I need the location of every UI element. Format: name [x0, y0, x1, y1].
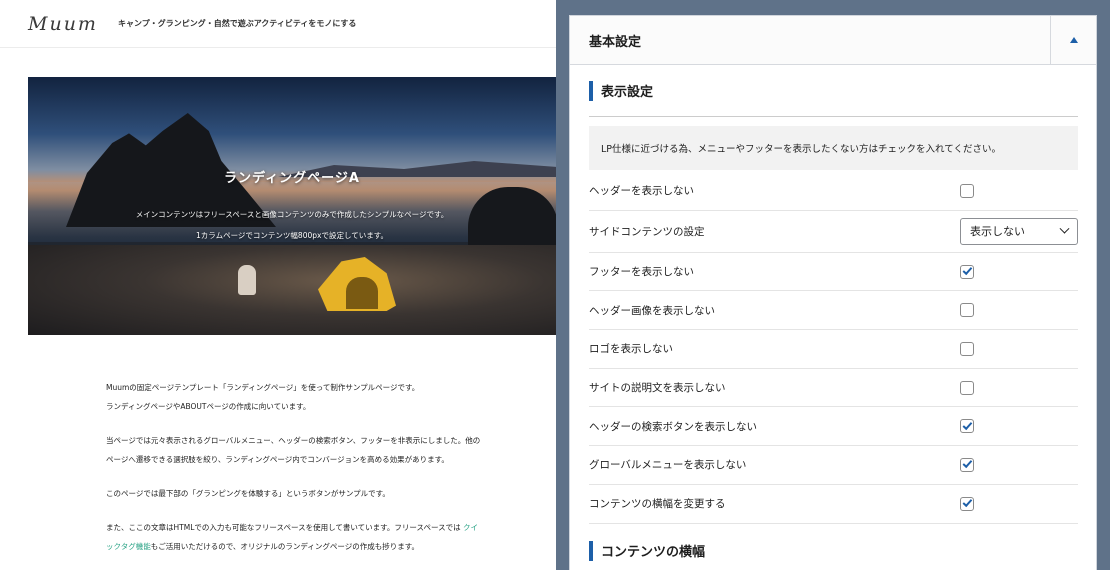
- quicktag-link[interactable]: ックタグ機能: [106, 542, 151, 551]
- setting-label: ヘッダーの検索ボタンを表示しない: [589, 420, 757, 433]
- hide-footer-checkbox[interactable]: [960, 264, 974, 279]
- hero-tent-door: [346, 277, 378, 309]
- hide-header-image-checkbox[interactable]: [960, 303, 974, 318]
- setting-row-hide-global-menu: グローバルメニューを表示しない: [589, 446, 1078, 485]
- paragraph-line: このページでは最下部の「グランピングを体験する」というボタンがサンプルです。: [106, 489, 390, 498]
- hero-person: [238, 265, 256, 295]
- paragraph: また、ここの文章はHTMLでの入力も可能なフリースペースを使用して書いています。…: [106, 518, 496, 556]
- hide-site-description-checkbox[interactable]: [960, 380, 974, 395]
- change-content-width-checkbox[interactable]: [960, 496, 974, 511]
- hide-global-menu-checkbox[interactable]: [960, 457, 974, 472]
- paragraph-line: また、ここの文章はHTMLでの入力も可能なフリースペースを使用して書いています。…: [106, 523, 461, 532]
- setting-label: ヘッダーを表示しない: [589, 185, 694, 198]
- setting-row-change-content-width: コンテンツの横幅を変更する: [589, 485, 1078, 524]
- hero-subtitle: メインコンテンツはフリースペースと画像コンテンツのみで作成したシンプルなページで…: [135, 210, 449, 219]
- side-content-select[interactable]: 表示しない: [960, 217, 1078, 245]
- setting-row-hide-search-button: ヘッダーの検索ボタンを表示しない: [589, 407, 1078, 447]
- hide-header-checkbox[interactable]: [960, 183, 974, 198]
- hero-subtitle: 1カラムページでコンテンツ幅800pxで設定しています。: [196, 231, 388, 240]
- hide-logo-checkbox[interactable]: [960, 341, 974, 356]
- setting-row-side-content: サイドコンテンツの設定 表示しない: [589, 211, 1078, 253]
- triangle-up-icon: [1069, 37, 1078, 43]
- section-heading-content-width: コンテンツの横幅: [589, 531, 1078, 570]
- quicktag-link[interactable]: クイ: [463, 523, 478, 532]
- paragraph-line: もご活用いただけるので、オリジナルのランディングページの作成も捗ります。: [150, 542, 419, 551]
- section-accent-bar: [589, 540, 593, 561]
- section-heading-display: 表示設定: [589, 65, 1078, 117]
- panel-body: 表示設定 LP仕様に近づける為、メニューやフッターを表示したくない方はチェックを…: [570, 65, 1096, 570]
- setting-label: ロゴを表示しない: [589, 343, 673, 356]
- settings-notice: LP仕様に近づける為、メニューやフッターを表示したくない方はチェックを入れてくだ…: [589, 126, 1078, 170]
- paragraph-line: ページへ遷移できる選択肢を絞り、ランディングページ内でコンバージョンを高める効果…: [106, 455, 449, 464]
- setting-row-hide-logo: ロゴを表示しない: [589, 330, 1078, 369]
- paragraph-line: 当ページでは元々表示されるグローバルメニュー、ヘッダーの検索ボタン、フッターを非…: [106, 436, 481, 445]
- panel-collapse-button[interactable]: [1050, 15, 1096, 65]
- site-logo[interactable]: Muum: [28, 13, 98, 35]
- select-value: 表示しない: [970, 225, 1025, 239]
- check-icon: [962, 265, 972, 276]
- section-title: 表示設定: [601, 85, 654, 100]
- setting-label: サイトの説明文を表示しない: [589, 382, 726, 395]
- setting-row-hide-footer: フッターを表示しない: [589, 253, 1078, 292]
- hide-search-button-checkbox[interactable]: [960, 419, 974, 434]
- setting-row-hide-site-description: サイトの説明文を表示しない: [589, 369, 1078, 408]
- paragraph: 当ページでは元々表示されるグローバルメニュー、ヘッダーの検索ボタン、フッターを非…: [106, 431, 496, 469]
- check-icon: [962, 419, 972, 430]
- chevron-down-icon: [1059, 223, 1070, 234]
- section-title: コンテンツの横幅: [601, 545, 706, 560]
- panel-header: 基本設定: [570, 15, 1096, 65]
- setting-label: フッターを表示しない: [589, 266, 694, 279]
- basic-settings-panel: 基本設定 表示設定 LP仕様に近づける為、メニューやフッターを表示したくない方は…: [569, 15, 1097, 570]
- setting-label: ヘッダー画像を表示しない: [589, 304, 715, 317]
- check-icon: [962, 458, 972, 469]
- hero-title: ランディングページA: [224, 171, 360, 186]
- page-preview: Muum キャンプ・グランピング・自然で遊ぶアクティビティをモノにする ランディ…: [0, 0, 556, 570]
- setting-label: グローバルメニューを表示しない: [589, 459, 747, 472]
- setting-label: コンテンツの横幅を変更する: [589, 498, 726, 511]
- hero-shore: [28, 245, 556, 335]
- hero-image: ランディングページA メインコンテンツはフリースペースと画像コンテンツのみで作成…: [28, 77, 556, 335]
- paragraph-line: ランディングページやABOUTページの作成に向いています。: [106, 402, 311, 411]
- paragraph: このページでは最下部の「グランピングを体験する」というボタンがサンプルです。: [106, 484, 496, 503]
- site-tagline: キャンプ・グランピング・自然で遊ぶアクティビティをモノにする: [117, 19, 357, 28]
- section-accent-bar: [589, 80, 593, 101]
- setting-row-hide-header: ヘッダーを表示しない: [589, 172, 1078, 211]
- check-icon: [962, 497, 972, 508]
- paragraph: Muumの固定ページテンプレート「ランディングページ」を使って制作サンプルページ…: [106, 378, 496, 416]
- setting-label: サイドコンテンツの設定: [589, 225, 705, 238]
- panel-title: 基本設定: [589, 34, 642, 50]
- setting-row-hide-header-image: ヘッダー画像を表示しない: [589, 291, 1078, 331]
- main-content: Muumの固定ページテンプレート「ランディングページ」を使って制作サンプルページ…: [106, 378, 496, 570]
- site-header: Muum キャンプ・グランピング・自然で遊ぶアクティビティをモノにする: [0, 0, 556, 48]
- paragraph-line: Muumの固定ページテンプレート「ランディングページ」を使って制作サンプルページ…: [106, 383, 420, 392]
